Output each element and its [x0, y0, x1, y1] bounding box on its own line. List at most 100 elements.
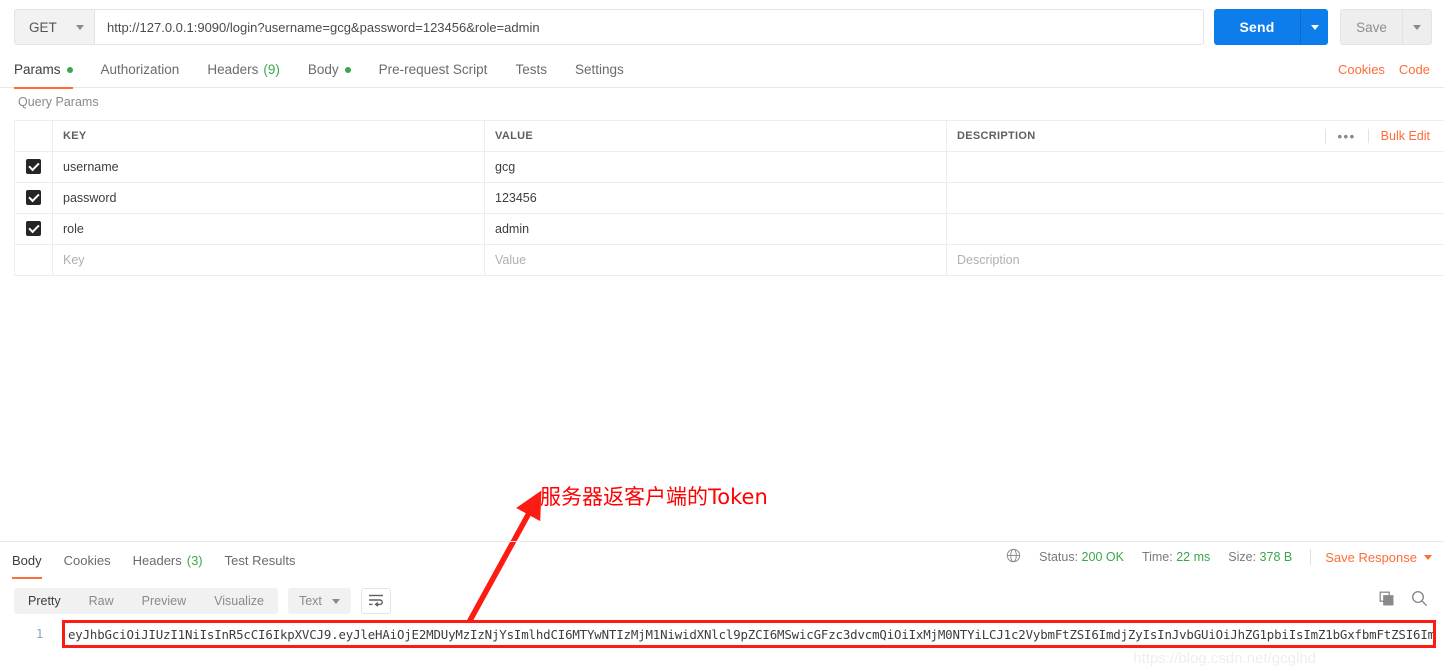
request-tabs: Params Authorization Headers (9) Body Pr… [0, 52, 1444, 89]
chevron-down-icon [1310, 24, 1319, 30]
row-enabled-checkbox[interactable] [26, 159, 41, 175]
headers-count: (3) [186, 552, 203, 568]
query-params-table: KEY VALUE DESCRIPTION ••• Bulk Edit user… [14, 120, 1444, 276]
cookies-link[interactable]: Cookies [1338, 62, 1385, 77]
tab-tests[interactable]: Tests [515, 52, 547, 88]
tab-label: Headers [207, 62, 259, 77]
tab-headers[interactable]: Headers (9) [207, 52, 280, 88]
row-checkbox-cell [14, 182, 53, 214]
tab-label: Pre-request Script [378, 62, 488, 77]
header-value: VALUE [484, 120, 947, 152]
table-header-row: KEY VALUE DESCRIPTION ••• Bulk Edit [14, 120, 1444, 152]
row-checkbox-cell [14, 244, 53, 276]
http-method-value: GET [29, 19, 57, 35]
response-format-value: Text [298, 594, 322, 608]
request-url-bar: GET http://127.0.0.1:9090/login?username… [0, 0, 1444, 48]
row-value[interactable]: admin [484, 213, 947, 245]
annotation-label: 服务器返客户端的Token [540, 485, 768, 509]
tab-body[interactable]: Body [308, 52, 351, 88]
tab-label: Test Results [224, 552, 296, 568]
query-params-title: Query Params [18, 95, 99, 109]
header-description-label: DESCRIPTION [957, 130, 1036, 142]
save-response-label: Save Response [1325, 549, 1417, 565]
url-value: http://127.0.0.1:9090/login?username=gcg… [107, 19, 540, 35]
response-tab-headers[interactable]: Headers (3) [133, 542, 203, 578]
send-button[interactable]: Send [1214, 9, 1300, 45]
table-row: role admin [14, 213, 1444, 245]
http-method-select[interactable]: GET [14, 9, 94, 45]
row-key[interactable]: username [52, 151, 485, 183]
watermark: https://blog.csdn.net/gcglhd [1133, 650, 1316, 667]
row-value[interactable]: 123456 [484, 182, 947, 214]
status-label: Status: [1039, 550, 1079, 564]
tab-label: Tests [515, 62, 547, 77]
tab-label: Authorization [100, 62, 180, 77]
tab-pre-request-script[interactable]: Pre-request Script [379, 52, 488, 88]
row-value[interactable]: gcg [484, 151, 947, 183]
view-mode-pretty[interactable]: Pretty [14, 588, 75, 614]
header-key: KEY [52, 120, 485, 152]
response-tab-cookies[interactable]: Cookies [64, 542, 111, 578]
row-checkbox-cell [14, 213, 53, 245]
chevron-down-icon [1413, 24, 1421, 30]
save-group: Save [1340, 9, 1432, 45]
status-value: 200 OK [1081, 550, 1124, 564]
size-item: Size: 378 B [1228, 550, 1292, 564]
postman-window: GET http://127.0.0.1:9090/login?username… [0, 0, 1444, 669]
save-button[interactable]: Save [1340, 9, 1402, 45]
globe-icon [1006, 548, 1021, 566]
row-checkbox-cell [14, 151, 53, 183]
table-row: username gcg [14, 151, 1444, 183]
row-key[interactable]: password [52, 182, 485, 214]
response-toolbar: Pretty Raw Preview Visualize Text [14, 588, 391, 614]
modified-dot-icon [66, 66, 73, 73]
headers-count: (9) [263, 62, 280, 77]
status-divider [1310, 549, 1312, 565]
new-description-input[interactable]: Description [946, 244, 1444, 276]
response-divider [0, 541, 1444, 542]
row-description[interactable] [946, 151, 1444, 183]
view-mode-group: Pretty Raw Preview Visualize [14, 588, 278, 614]
search-icon[interactable] [1411, 590, 1428, 607]
modified-dot-icon [344, 66, 351, 73]
url-input[interactable]: http://127.0.0.1:9090/login?username=gcg… [94, 9, 1204, 45]
row-key[interactable]: role [52, 213, 485, 245]
chevron-down-icon [331, 598, 340, 604]
new-value-input[interactable]: Value [484, 244, 947, 276]
copy-icon[interactable] [1379, 591, 1395, 607]
status-item: Status: 200 OK [1039, 550, 1124, 564]
view-mode-visualize[interactable]: Visualize [200, 588, 278, 614]
save-response-button[interactable]: Save Response [1325, 550, 1432, 565]
tab-label: Body [307, 62, 339, 77]
tab-label: Params [14, 62, 61, 77]
response-tab-body[interactable]: Body [12, 542, 42, 579]
send-group: Send [1214, 9, 1328, 45]
row-enabled-checkbox[interactable] [26, 221, 41, 237]
response-body-token[interactable]: eyJhbGciOiJIUzI1NiIsInR5cCI6IkpXVCJ9.eyJ… [68, 627, 1433, 642]
more-options-icon[interactable]: ••• [1324, 128, 1368, 144]
save-options-button[interactable] [1402, 9, 1432, 45]
tab-params[interactable]: Params [14, 52, 73, 89]
wrap-lines-button[interactable] [360, 588, 391, 614]
header-description: DESCRIPTION ••• Bulk Edit [946, 120, 1444, 152]
tab-label: Headers [132, 552, 182, 568]
tab-settings[interactable]: Settings [575, 52, 624, 88]
tab-label: Cookies [63, 552, 111, 568]
view-mode-raw[interactable]: Raw [75, 588, 128, 614]
view-mode-preview[interactable]: Preview [128, 588, 200, 614]
code-link[interactable]: Code [1399, 62, 1430, 77]
new-key-input[interactable]: Key [52, 244, 485, 276]
response-body-highlight: eyJhbGciOiJIUzI1NiIsInR5cCI6IkpXVCJ9.eyJ… [62, 620, 1436, 648]
row-enabled-checkbox[interactable] [26, 190, 41, 206]
response-tab-test-results[interactable]: Test Results [225, 542, 296, 578]
tab-authorization[interactable]: Authorization [101, 52, 180, 88]
header-checkbox-cell [14, 120, 53, 152]
tab-label: Body [12, 552, 42, 568]
bulk-edit-button[interactable]: Bulk Edit [1367, 129, 1444, 143]
response-status-bar: Status: 200 OK Time: 22 ms Size: 378 B S… [1006, 548, 1432, 566]
row-description[interactable] [946, 182, 1444, 214]
send-options-button[interactable] [1300, 9, 1328, 45]
size-label: Size: [1228, 550, 1257, 564]
response-format-select[interactable]: Text [287, 588, 351, 614]
row-description[interactable] [946, 213, 1444, 245]
